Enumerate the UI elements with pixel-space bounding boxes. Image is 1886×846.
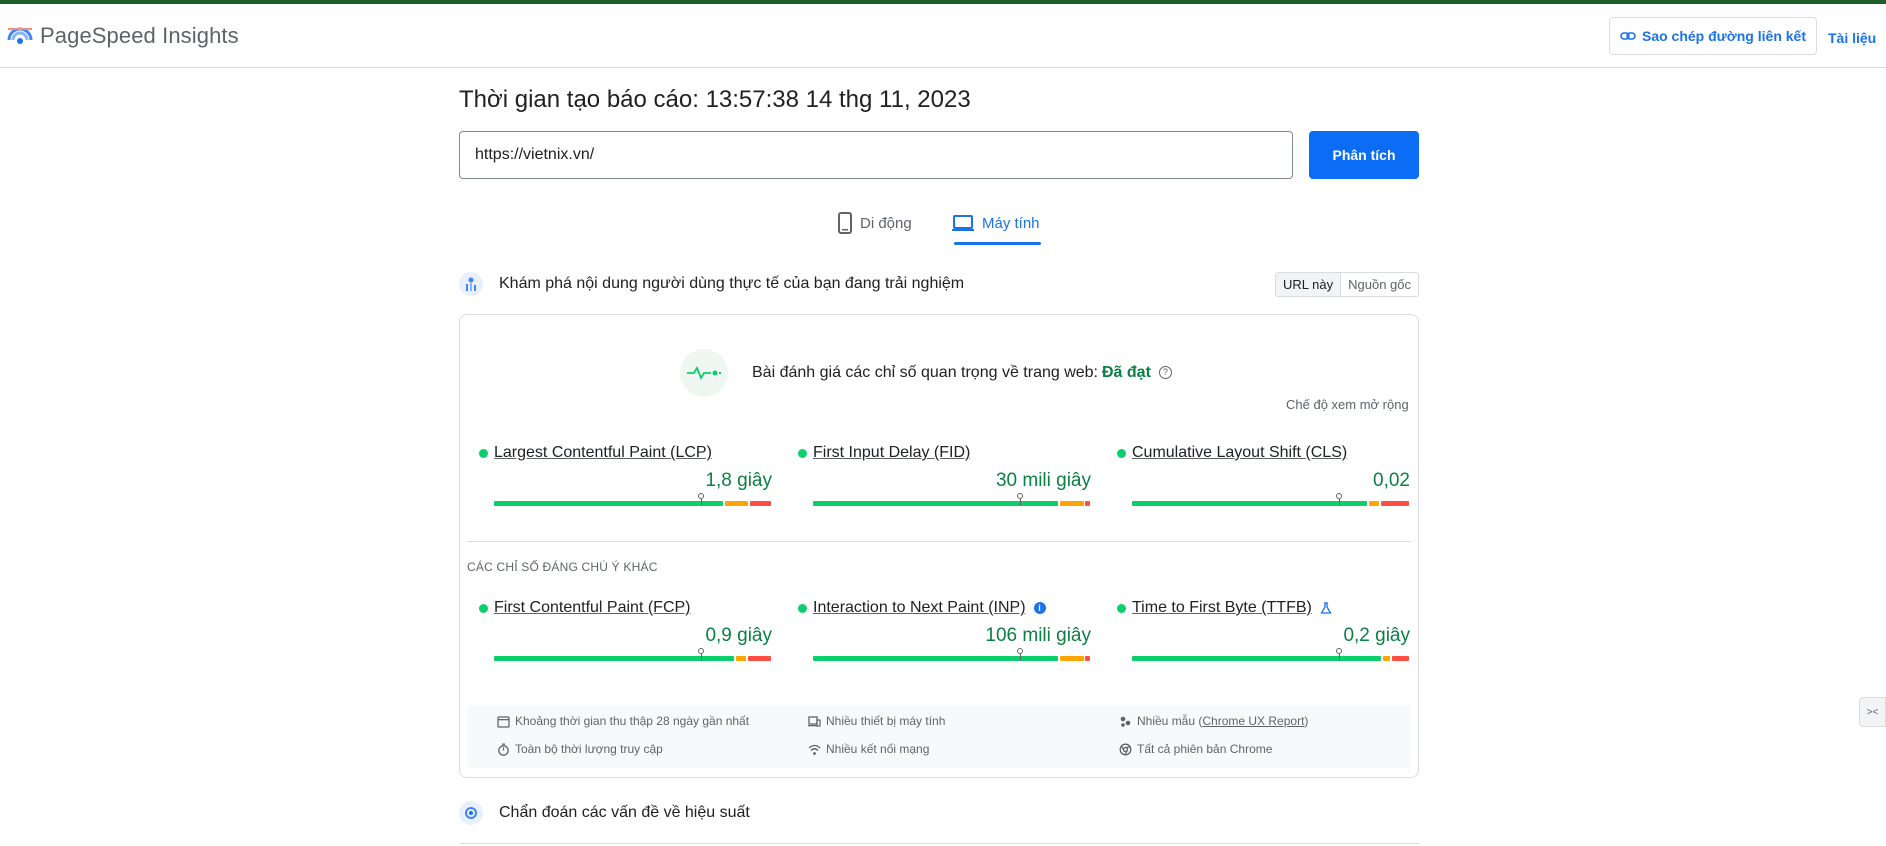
tab-desktop[interactable]: Máy tính [952, 210, 1040, 236]
good-status-dot [479, 603, 488, 613]
metric-inp-name[interactable]: Interaction to Next Paint (INP) [813, 599, 1026, 617]
metric-fcp-name[interactable]: First Contentful Paint (FCP) [494, 599, 691, 617]
laptop-icon [952, 215, 974, 231]
info-duration: Toàn bộ thời lượng truy cập [497, 742, 663, 756]
metric-fid-distribution-bar [813, 493, 1090, 506]
url-input[interactable] [459, 131, 1293, 179]
assessment-label: Bài đánh giá các chỉ số quan trọng về tr… [752, 364, 1098, 381]
copy-link-button[interactable]: Sao chép đường liên kết [1609, 17, 1817, 55]
analyze-button[interactable]: Phân tích [1309, 131, 1419, 179]
help-icon[interactable]: ? [1158, 366, 1172, 380]
metric-inp-distribution-bar [813, 648, 1090, 661]
good-status-dot [1117, 603, 1126, 613]
tab-mobile-label: Di động [860, 214, 912, 232]
app-title: PageSpeed Insights [40, 23, 239, 48]
users-chart-icon [459, 272, 483, 296]
tab-desktop-label: Máy tính [982, 214, 1040, 232]
metric-lcp: Largest Contentful Paint (LCP) 1,8 giây [479, 444, 772, 506]
metric-cls-distribution-bar [1132, 493, 1409, 506]
info-devices: Nhiều thiết bị máy tính [808, 714, 945, 728]
info-period: Khoảng thời gian thu thập 28 ngày gần nh… [497, 714, 749, 728]
metric-cls-value: 0,02 [1373, 470, 1410, 491]
devices-icon [808, 715, 821, 727]
app-logo[interactable]: PageSpeed Insights [6, 22, 239, 50]
info-samples-prefix: Nhiều mẫu ( [1137, 714, 1203, 728]
toggle-origin[interactable]: Nguồn gốc [1341, 273, 1418, 296]
info-icon[interactable]: i [1033, 602, 1046, 614]
pulse-icon [680, 349, 728, 397]
info-period-text: Khoảng thời gian thu thập 28 ngày gần nh… [515, 714, 750, 728]
cwv-assessment: Bài đánh giá các chỉ số quan trọng về tr… [680, 349, 1172, 397]
good-status-dot [798, 448, 807, 458]
toggle-this-url[interactable]: URL này [1276, 273, 1342, 296]
metric-fcp-distribution-bar [494, 648, 771, 661]
active-tab-indicator [954, 242, 1041, 245]
feedback-side-tab[interactable]: >< [1859, 697, 1886, 727]
metric-cls-name[interactable]: Cumulative Layout Shift (CLS) [1132, 444, 1347, 462]
metric-ttfb-distribution-bar [1132, 648, 1409, 661]
other-metrics-label: CÁC CHỈ SỐ ĐÁNG CHÚ Ý KHÁC [467, 560, 658, 574]
smartphone-icon [838, 212, 852, 234]
info-duration-text: Toàn bộ thời lượng truy cập [515, 742, 663, 756]
app-header: PageSpeed Insights Sao chép đường liên k… [0, 4, 1886, 68]
metric-fid: First Input Delay (FID) 30 mili giây [798, 444, 1091, 506]
chrome-ux-report-link[interactable]: Chrome UX Report [1202, 714, 1304, 728]
assessment-text: Bài đánh giá các chỉ số quan trọng về tr… [752, 364, 1172, 382]
diagnose-heading-text: Chẩn đoán các vấn đề về hiệu suất [499, 804, 750, 821]
metric-ttfb: Time to First Byte (TTFB) 0,2 giây [1117, 599, 1410, 661]
diagnose-lens-icon [459, 801, 483, 825]
url-origin-toggle: URL này Nguồn gốc [1275, 272, 1419, 297]
expand-view-toggle[interactable]: Chế độ xem mở rộng [1286, 397, 1409, 412]
docs-link[interactable]: Tài liệu [1828, 30, 1876, 46]
experimental-flask-icon[interactable] [1320, 602, 1332, 614]
metric-fid-name[interactable]: First Input Delay (FID) [813, 444, 970, 462]
metric-inp-value: 106 mili giây [985, 625, 1091, 646]
chrome-icon [1119, 743, 1132, 755]
info-network-text: Nhiều kết nối mạng [826, 742, 930, 756]
info-samples: Nhiều mẫu (Chrome UX Report) [1119, 714, 1308, 728]
metric-fcp: First Contentful Paint (FCP) 0,9 giây [479, 599, 772, 661]
metric-cls: Cumulative Layout Shift (CLS) 0,02 [1117, 444, 1410, 506]
info-chrome-text: Tất cả phiên bản Chrome [1137, 742, 1273, 756]
metric-lcp-value: 1,8 giây [705, 470, 772, 491]
field-data-heading-text: Khám phá nội dung người dùng thực tế của… [499, 275, 965, 292]
info-chrome: Tất cả phiên bản Chrome [1119, 742, 1272, 756]
tab-mobile[interactable]: Di động [838, 210, 912, 236]
info-devices-text: Nhiều thiết bị máy tính [826, 714, 946, 728]
field-data-heading: Khám phá nội dung người dùng thực tế của… [459, 272, 964, 296]
metric-inp: Interaction to Next Paint (INP) i 106 mi… [798, 599, 1091, 661]
link-icon [1620, 32, 1636, 40]
metric-ttfb-name[interactable]: Time to First Byte (TTFB) [1132, 599, 1312, 617]
metric-lcp-name[interactable]: Largest Contentful Paint (LCP) [494, 444, 712, 462]
info-network: Nhiều kết nối mạng [808, 742, 929, 756]
report-title: Thời gian tạo báo cáo: 13:57:38 14 thg 1… [459, 86, 971, 113]
calendar-icon [497, 715, 510, 728]
pagespeed-logo-icon [7, 27, 33, 44]
samples-icon [1120, 716, 1131, 727]
diagnose-heading: Chẩn đoán các vấn đề về hiệu suất [459, 801, 750, 825]
metric-fid-value: 30 mili giây [995, 470, 1091, 491]
good-status-dot [1117, 448, 1126, 458]
metric-fcp-value: 0,9 giây [705, 625, 772, 646]
good-status-dot [798, 603, 807, 613]
good-status-dot [479, 448, 488, 458]
metric-lcp-distribution-bar [494, 493, 771, 506]
assessment-status: Đã đạt [1102, 364, 1151, 381]
copy-link-label: Sao chép đường liên kết [1641, 28, 1806, 44]
code-icon: >< [1866, 706, 1879, 718]
stopwatch-icon [498, 743, 509, 756]
wifi-icon [808, 744, 821, 755]
info-samples-suffix: ) [1304, 714, 1309, 728]
metrics-divider [467, 541, 1411, 542]
metric-ttfb-value: 0,2 giây [1343, 625, 1410, 646]
